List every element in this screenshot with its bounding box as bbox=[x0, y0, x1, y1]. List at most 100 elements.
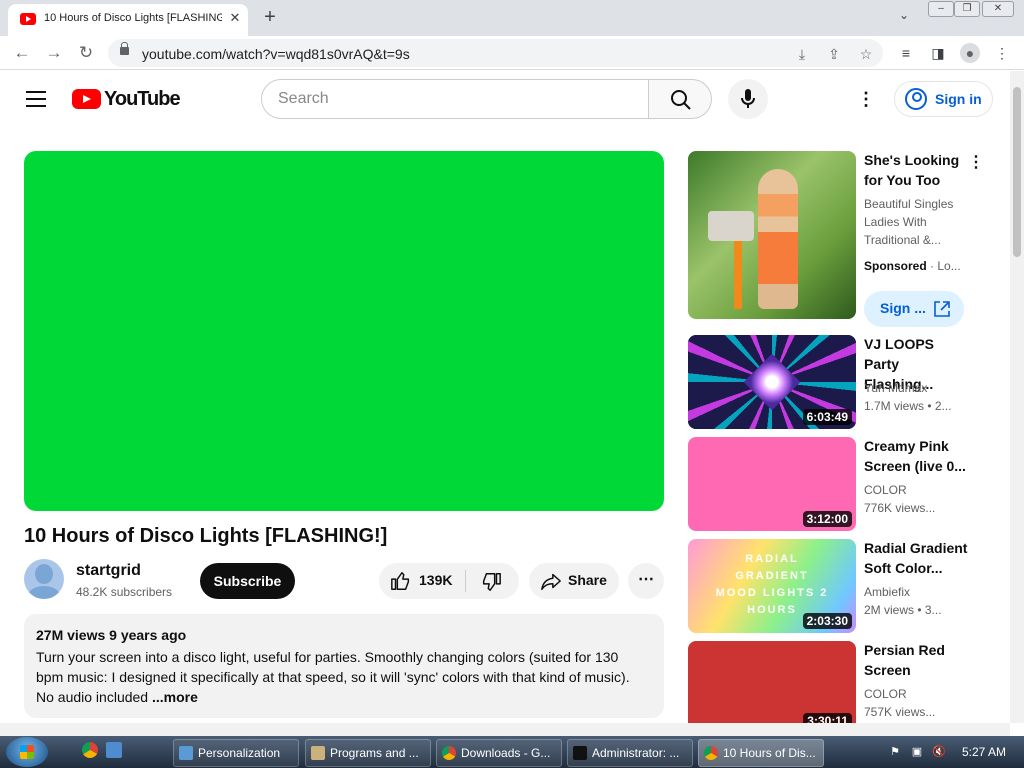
ad-cta-button[interactable]: Sign ... bbox=[864, 291, 964, 327]
lock-icon[interactable] bbox=[120, 42, 129, 55]
chrome-icon bbox=[704, 746, 718, 760]
reload-icon[interactable]: ↻ bbox=[74, 41, 98, 65]
description-text: Turn your screen into a disco light, use… bbox=[36, 647, 648, 707]
taskbar-item-label: 10 Hours of Dis... bbox=[723, 746, 816, 760]
back-arrow-icon[interactable]: ← bbox=[10, 41, 34, 65]
vertical-scrollbar[interactable] bbox=[1010, 71, 1024, 723]
search-input[interactable]: Search bbox=[261, 79, 649, 119]
like-button[interactable]: 139K bbox=[379, 563, 465, 599]
share-button[interactable]: Share bbox=[529, 563, 619, 599]
video-thumbnail-3[interactable]: RADIAL GRADIENT MOOD LIGHTS 2 HOURS 2:03… bbox=[688, 539, 856, 633]
taskbar-item-label: Programs and ... bbox=[330, 746, 419, 760]
channel-name[interactable]: startgrid bbox=[76, 562, 141, 580]
chrome-quicklaunch-icon[interactable] bbox=[82, 742, 98, 758]
related-meta-4: 757K views... bbox=[864, 705, 936, 719]
horizontal-scrollbar[interactable] bbox=[0, 723, 1010, 736]
related-title-4[interactable]: Persian Red Screen bbox=[864, 640, 968, 680]
control-panel-icon bbox=[311, 746, 325, 760]
video-duration: 2:03:30 bbox=[802, 613, 852, 629]
youtube-play-logo-icon bbox=[72, 89, 101, 109]
install-app-icon[interactable]: ⤓ bbox=[792, 44, 812, 64]
browser-tab[interactable]: 10 Hours of Disco Lights [FLASHING!] ✕ bbox=[8, 4, 248, 36]
ad-thumbnail-figure bbox=[758, 169, 798, 309]
ad-advertiser: Lo... bbox=[937, 259, 961, 273]
ad-thumbnail-mailbox bbox=[708, 211, 754, 241]
search-placeholder: Search bbox=[278, 90, 329, 107]
forward-arrow-icon[interactable]: → bbox=[42, 41, 66, 65]
taskbar-item-youtube-chrome[interactable]: 10 Hours of Dis... bbox=[698, 739, 824, 767]
tray-volume-muted-icon[interactable]: 🔇 bbox=[932, 745, 946, 759]
more-actions-icon[interactable]: ⋯ bbox=[628, 563, 664, 599]
thumbs-up-icon bbox=[391, 572, 410, 590]
browser-tab-strip: 10 Hours of Disco Lights [FLASHING!] ✕ +… bbox=[0, 0, 1024, 36]
taskbar-item-personalization[interactable]: Personalization bbox=[173, 739, 299, 767]
external-link-icon bbox=[934, 301, 950, 317]
description-box[interactable]: 27M views 9 years ago Turn your screen i… bbox=[24, 614, 664, 718]
system-clock[interactable]: 5:27 AM bbox=[962, 745, 1006, 759]
youtube-favicon-icon bbox=[20, 13, 36, 25]
tray-network-icon[interactable]: ▣ bbox=[910, 745, 924, 759]
tab-title: 10 Hours of Disco Lights [FLASHING!] bbox=[44, 12, 222, 24]
related-channel-4[interactable]: COLOR bbox=[864, 685, 968, 703]
new-tab-icon[interactable]: + bbox=[258, 5, 282, 29]
close-window-button[interactable]: ✕ bbox=[982, 1, 1014, 17]
subscribe-button[interactable]: Subscribe bbox=[200, 563, 295, 599]
account-circle-icon bbox=[905, 88, 927, 110]
description-body: Turn your screen into a disco light, use… bbox=[36, 649, 630, 705]
hamburger-menu-icon[interactable] bbox=[26, 91, 46, 107]
browser-toolbar: ← → ↻ youtube.com/watch?v=wqd81s0vrAQ&t=… bbox=[0, 36, 1024, 70]
chrome-icon bbox=[442, 746, 456, 760]
taskbar-item-downloads[interactable]: Downloads - G... bbox=[436, 739, 562, 767]
related-channel-3[interactable]: Ambiefix bbox=[864, 583, 968, 601]
ad-title[interactable]: She's Looking for You Too bbox=[864, 150, 968, 190]
settings-menu-icon[interactable]: ⋮ bbox=[856, 87, 876, 111]
video-thumbnail-4[interactable]: 3:30:11 bbox=[688, 641, 856, 723]
windows-start-button[interactable] bbox=[6, 737, 48, 767]
sign-in-button[interactable]: Sign in bbox=[894, 81, 993, 117]
channel-avatar[interactable] bbox=[24, 559, 64, 599]
taskbar-item-programs[interactable]: Programs and ... bbox=[305, 739, 431, 767]
video-player[interactable] bbox=[24, 151, 664, 511]
media-controls-icon[interactable]: ≡ bbox=[896, 43, 916, 63]
side-panel-icon[interactable]: ◨ bbox=[928, 43, 948, 63]
share-page-icon[interactable]: ⇪ bbox=[824, 44, 844, 64]
search-button[interactable] bbox=[648, 79, 712, 119]
voice-search-button[interactable] bbox=[728, 79, 768, 119]
video-thumbnail-1[interactable]: 6:03:49 bbox=[688, 335, 856, 429]
related-channel-2[interactable]: COLOR bbox=[864, 481, 968, 499]
profile-avatar-icon[interactable]: ● bbox=[960, 43, 980, 63]
address-url[interactable]: youtube.com/watch?v=wqd81s0vrAQ&t=9s bbox=[142, 46, 410, 62]
show-more-link[interactable]: ...more bbox=[152, 689, 198, 705]
sponsored-label: Sponsored bbox=[864, 259, 927, 273]
related-meta-3: 2M views • 3... bbox=[864, 603, 942, 617]
related-channel-1[interactable]: Yuri Mdmax bbox=[864, 379, 968, 397]
chrome-menu-icon[interactable]: ⋮ bbox=[992, 43, 1012, 63]
restore-window-button[interactable]: ❐ bbox=[954, 1, 980, 17]
related-title-3[interactable]: Radial Gradient Soft Color... bbox=[864, 538, 968, 578]
taskbar-item-label: Downloads - G... bbox=[461, 746, 551, 760]
taskbar-item-administrator[interactable]: Administrator: ... bbox=[567, 739, 693, 767]
ad-description: Beautiful Singles Ladies With Traditiona… bbox=[864, 197, 954, 247]
youtube-logo[interactable]: YouTube bbox=[72, 88, 181, 112]
sign-in-label: Sign in bbox=[935, 91, 982, 107]
ad-menu-icon[interactable]: ⋮ bbox=[966, 152, 986, 174]
dislike-button[interactable] bbox=[466, 563, 519, 599]
related-title-2[interactable]: Creamy Pink Screen (live 0... bbox=[864, 436, 968, 476]
ad-thumbnail-post bbox=[734, 239, 742, 309]
subscriber-count: 48.2K subscribers bbox=[76, 585, 173, 599]
share-label: Share bbox=[568, 572, 607, 588]
tab-close-icon[interactable]: ✕ bbox=[226, 9, 244, 27]
related-meta-2: 776K views... bbox=[864, 501, 936, 515]
vertical-scroll-thumb[interactable] bbox=[1013, 87, 1021, 257]
tray-flag-icon[interactable]: ⚑ bbox=[888, 745, 902, 759]
ad-cta-label: Sign ... bbox=[880, 300, 926, 316]
show-desktop-icon[interactable] bbox=[106, 742, 122, 758]
address-bar[interactable]: youtube.com/watch?v=wqd81s0vrAQ&t=9s ⤓ ⇪… bbox=[108, 39, 883, 67]
taskbar-item-label: Personalization bbox=[198, 746, 281, 760]
bookmark-star-icon[interactable]: ☆ bbox=[856, 44, 876, 64]
ad-thumbnail[interactable] bbox=[688, 151, 856, 319]
video-thumbnail-2[interactable]: 3:12:00 bbox=[688, 437, 856, 531]
video-duration: 3:30:11 bbox=[803, 713, 852, 723]
minimize-window-button[interactable]: – bbox=[928, 1, 954, 17]
tab-search-chevron-icon[interactable]: ⌄ bbox=[894, 8, 914, 28]
